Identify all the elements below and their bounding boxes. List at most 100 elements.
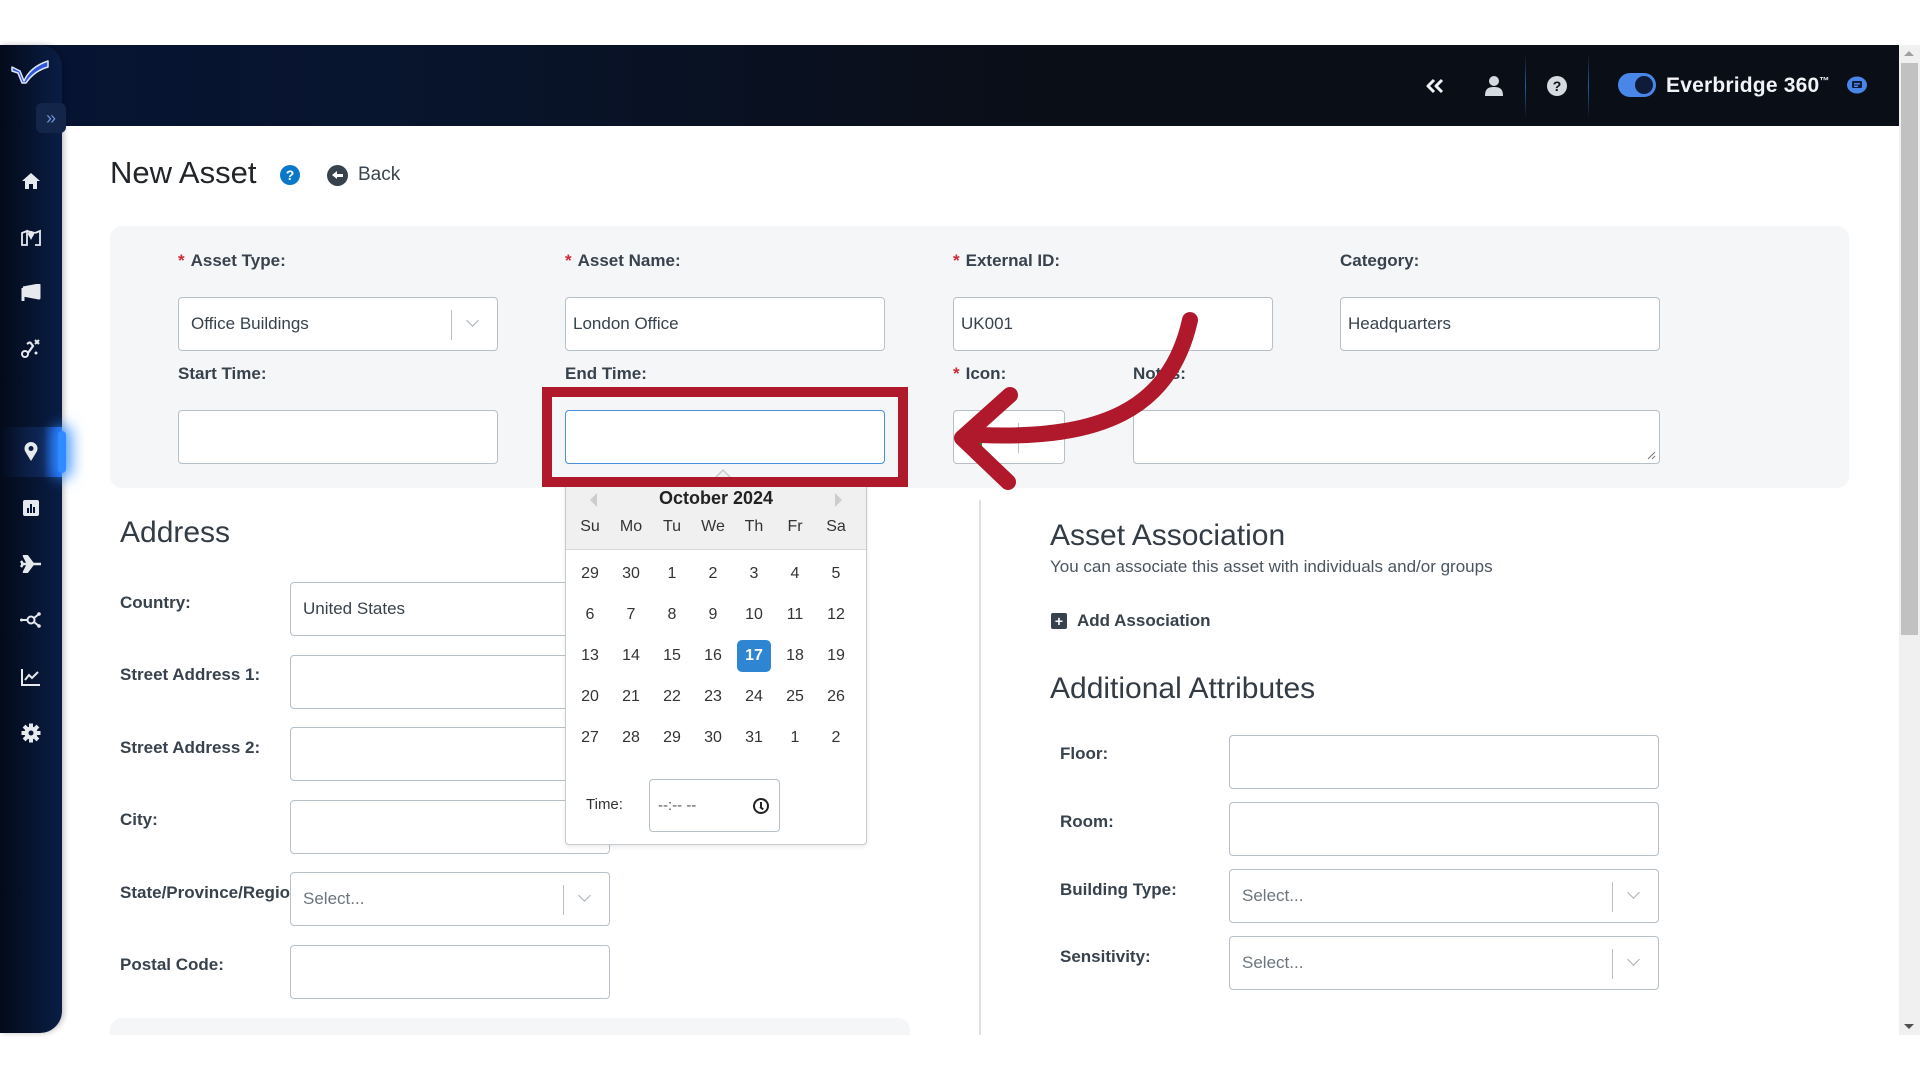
- next-section-panel: [110, 1018, 910, 1035]
- label-text: External ID:: [965, 251, 1061, 270]
- calendar-day-selected[interactable]: 17: [737, 640, 771, 672]
- calendar-day[interactable]: 14: [614, 640, 648, 672]
- postal-code-input[interactable]: [290, 945, 610, 999]
- help-icon[interactable]: ?: [280, 165, 300, 185]
- state-province-region-select[interactable]: Select...: [290, 872, 610, 926]
- back-button[interactable]: Back: [327, 164, 400, 186]
- floor-input[interactable]: [1229, 735, 1659, 789]
- sidebar-item-integrations[interactable]: [0, 595, 62, 645]
- everbridge-logo[interactable]: [10, 57, 50, 87]
- help-button[interactable]: ?: [1540, 45, 1574, 126]
- notes-textarea[interactable]: [1133, 410, 1660, 464]
- scroll-down-arrow-icon[interactable]: [1904, 1024, 1914, 1029]
- category-input[interactable]: Headquarters: [1340, 297, 1660, 351]
- calendar-day[interactable]: 13: [573, 640, 607, 672]
- calendar-day[interactable]: 4: [778, 558, 812, 590]
- asset-name-label: * Asset Name:: [565, 251, 681, 271]
- street-address-2-input[interactable]: [290, 727, 610, 781]
- chevron-down-icon: [578, 889, 591, 902]
- calendar-day[interactable]: 30: [614, 558, 648, 590]
- resize-handle-icon[interactable]: [1646, 450, 1656, 460]
- brand-text: Everbridge 360: [1666, 73, 1820, 97]
- icon-select[interactable]: [953, 410, 1065, 464]
- calendar-day[interactable]: 1: [778, 722, 812, 754]
- add-association-button[interactable]: + Add Association: [1051, 611, 1211, 631]
- calendar-day[interactable]: 5: [819, 558, 853, 590]
- sidebar-item-travel-routes[interactable]: [0, 323, 62, 373]
- end-time-input[interactable]: [565, 410, 885, 464]
- page-scrollbar[interactable]: [1899, 45, 1920, 1035]
- sidebar-item-analytics[interactable]: [0, 652, 62, 702]
- add-association-label: Add Association: [1077, 611, 1211, 630]
- calendar-day[interactable]: 31: [737, 722, 771, 754]
- collapse-button[interactable]: [1418, 45, 1452, 126]
- city-input[interactable]: [290, 800, 610, 854]
- user-button[interactable]: [1478, 45, 1510, 126]
- calendar-day[interactable]: 24: [737, 681, 771, 713]
- sidebar-item-map[interactable]: [0, 212, 62, 262]
- calendar-day[interactable]: 22: [655, 681, 689, 713]
- calendar-day[interactable]: 29: [655, 722, 689, 754]
- calendar-day[interactable]: 27: [573, 722, 607, 754]
- country-input[interactable]: United States: [290, 582, 610, 636]
- sidebar-item-home[interactable]: [0, 156, 62, 206]
- required-marker: *: [565, 251, 572, 270]
- sidebar-item-settings[interactable]: [0, 708, 62, 758]
- calendar-day[interactable]: 9: [696, 599, 730, 631]
- calendar-day[interactable]: 6: [573, 599, 607, 631]
- clock-icon[interactable]: [753, 798, 769, 814]
- required-marker: *: [953, 251, 960, 270]
- calendar-day[interactable]: 12: [819, 599, 853, 631]
- chat-bubble-icon: [1847, 76, 1867, 93]
- sidebar-item-reports[interactable]: [0, 483, 62, 533]
- calendar-day[interactable]: 20: [573, 681, 607, 713]
- sidebar-expand-button[interactable]: »: [36, 103, 66, 133]
- notes-label: Notes:: [1133, 364, 1186, 383]
- calendar-day[interactable]: 2: [819, 722, 853, 754]
- scroll-up-arrow-icon[interactable]: [1904, 51, 1914, 56]
- home-icon: [22, 173, 40, 189]
- calendar-day[interactable]: 23: [696, 681, 730, 713]
- start-time-input[interactable]: [178, 410, 498, 464]
- building-type-select[interactable]: Select...: [1229, 869, 1659, 923]
- everbridge-360-toggle[interactable]: [1618, 73, 1656, 97]
- calendar-day[interactable]: 29: [573, 558, 607, 590]
- sidebar-item-communications[interactable]: [0, 268, 62, 318]
- back-label: Back: [358, 164, 401, 185]
- sensitivity-select[interactable]: Select...: [1229, 936, 1659, 990]
- trademark: ™: [1819, 76, 1830, 87]
- select-separator: [451, 310, 452, 340]
- calendar-day[interactable]: 25: [778, 681, 812, 713]
- sidebar-item-travel[interactable]: [0, 539, 62, 589]
- calendar-day[interactable]: 18: [778, 640, 812, 672]
- calendar-day[interactable]: 2: [696, 558, 730, 590]
- time-input[interactable]: --:-- --: [649, 779, 780, 832]
- calendar-day[interactable]: 10: [737, 599, 771, 631]
- calendar-day[interactable]: 3: [737, 558, 771, 590]
- asset-type-select[interactable]: Office Buildings: [178, 297, 498, 351]
- asset-name-input[interactable]: London Office: [565, 297, 885, 351]
- street-address-1-input[interactable]: [290, 655, 610, 709]
- scroll-thumb[interactable]: [1901, 63, 1918, 635]
- sidebar-item-assets[interactable]: [0, 427, 66, 477]
- calendar-day[interactable]: 15: [655, 640, 689, 672]
- chat-button[interactable]: [1842, 45, 1872, 126]
- calendar-day[interactable]: 28: [614, 722, 648, 754]
- street-address-1-label: Street Address 1:: [120, 665, 261, 684]
- calendar-day[interactable]: 7: [614, 599, 648, 631]
- external-id-input[interactable]: UK001: [953, 297, 1273, 351]
- calendar-day[interactable]: 16: [696, 640, 730, 672]
- state-placeholder: Select...: [303, 889, 365, 908]
- calendar-day[interactable]: 11: [778, 599, 812, 631]
- calendar-day[interactable]: 26: [819, 681, 853, 713]
- room-input[interactable]: [1229, 802, 1659, 856]
- calendar-day[interactable]: 19: [819, 640, 853, 672]
- calendar-day[interactable]: 21: [614, 681, 648, 713]
- time-label: Time:: [586, 796, 623, 813]
- calendar-day[interactable]: 30: [696, 722, 730, 754]
- label-text: Asset Name:: [577, 251, 681, 270]
- calendar-day[interactable]: 1: [655, 558, 689, 590]
- next-month-icon[interactable]: [835, 493, 842, 507]
- calendar-day[interactable]: 8: [655, 599, 689, 631]
- calendar-header: October 2024 Su Mo Tu We Th Fr Sa: [566, 481, 866, 550]
